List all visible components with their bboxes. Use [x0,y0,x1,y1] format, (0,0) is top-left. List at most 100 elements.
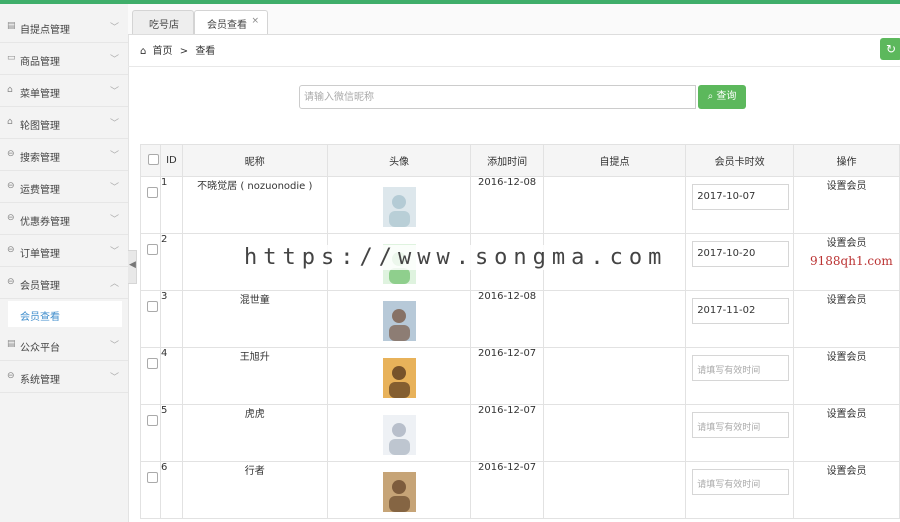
box-icon: ▭ [7,53,16,63]
sidebar-item-carousel[interactable]: ⌂ 轮图管理 ﹀ [0,108,128,139]
set-member-link[interactable]: 设置会员 [793,461,900,519]
sidebar-item-coupons[interactable]: ⊖ 优惠券管理 ﹀ [0,204,128,235]
document-icon: ▤ [7,339,16,349]
table-row: 6 行者 2016-12-07 请填写有效时间 设置会员 [140,461,900,519]
refresh-icon: ↻ [885,42,897,56]
sidebar-item-label: 订单管理 [20,249,60,260]
sidebar-item-label: 会员管理 [20,281,60,292]
card-validity-input[interactable]: 请填写有效时间 [692,469,790,495]
cell-card-validity: 请填写有效时间 [685,404,795,462]
row-checkbox[interactable] [147,301,158,312]
search-button[interactable]: ⌕ 查询 [698,85,746,109]
cell-id: 1 [159,176,183,234]
row-checkbox-cell [140,347,161,405]
sidebar-item-label: 运费管理 [20,185,60,196]
set-member-link[interactable]: 设置会员 [793,347,900,405]
row-checkbox-cell [140,176,161,234]
sidebar-item-label: 搜索管理 [20,153,60,164]
search-button-label: 查询 [716,91,737,102]
cell-date: 2016-12-08 [470,290,544,348]
cell-nickname: 王旭升 [181,347,328,405]
sidebar-item-menu[interactable]: ⌂ 菜单管理 ﹀ [0,76,128,107]
header-action: 操作 [793,144,900,177]
row-checkbox[interactable] [147,358,158,369]
sidebar-item-label: 商品管理 [20,57,60,68]
sidebar-subitem-label: 会员查看 [20,312,60,323]
tab-store[interactable]: 吃号店 [132,10,194,34]
chevron-down-icon: ﹀ [109,341,119,351]
cell-nickname: 虎虎 [181,404,328,462]
sidebar-item-system[interactable]: ⊖ 系统管理 ﹀ [0,362,128,393]
set-member-link[interactable]: 设置会员 [793,404,900,462]
avatar-image [382,472,416,512]
avatar-image [382,358,416,398]
table-header-row: ID 昵称 头像 添加时间 自提点 会员卡时效 操作 [140,144,900,177]
table-row: 1 不晓觉居 ( nozuonodie ) 2016-12-08 2017-10-07… [140,176,900,234]
row-checkbox-cell [140,233,161,291]
set-member-link[interactable]: 设置会员 [793,176,900,234]
breadcrumb-home[interactable]: 首页 [153,46,173,57]
chevron-down-icon: ﹀ [109,247,119,257]
set-member-link[interactable]: 设置会员 [793,290,900,348]
header-pickup: 自提点 [542,144,687,177]
sidebar-item-label: 自提点管理 [20,25,70,36]
card-validity-input[interactable]: 2017-10-07 [692,184,790,210]
sidebar-item-label: 优惠券管理 [20,217,70,228]
row-checkbox[interactable] [147,472,158,483]
cell-avatar [326,290,472,348]
refresh-button[interactable]: ↻ [880,38,900,60]
row-checkbox-cell [140,404,161,462]
close-icon[interactable]: × [251,16,259,26]
sidebar-item-public-platform[interactable]: ▤ 公众平台 ﹀ [0,330,128,361]
table-row: 3 混世童 2016-12-08 2017-11-02 设置会员 [140,290,900,348]
cell-card-validity: 2017-10-07 [685,176,795,234]
cell-card-validity: 请填写有效时间 [685,347,795,405]
sidebar-collapse-handle[interactable]: ◀ [128,250,137,284]
sidebar-item-products[interactable]: ▭ 商品管理 ﹀ [0,44,128,75]
cell-card-validity: 2017-11-02 [685,290,795,348]
card-validity-input[interactable]: 2017-10-20 [692,241,790,267]
breadcrumb-separator: > [179,46,189,57]
cell-date: 2016-12-07 [470,404,544,462]
watermark-text: https://www.songma.com [240,245,672,270]
cell-nickname: 混世童 [181,290,328,348]
row-checkbox-cell [140,290,161,348]
cell-id: 5 [159,404,183,462]
sidebar-item-label: 菜单管理 [20,89,60,100]
divider [128,66,900,67]
sidebar-item-members[interactable]: ⊖ 会员管理 ︿ [0,268,128,299]
sidebar-item-search[interactable]: ⊖ 搜索管理 ﹀ [0,140,128,171]
avatar-image [382,415,416,455]
circle-icon: ⊖ [7,181,15,191]
lock-icon: ⌂ [7,85,13,95]
chevron-down-icon: ﹀ [109,215,119,225]
chevron-up-icon: ︿ [109,279,119,289]
breadcrumb: ⌂ 首页 > 查看 [140,42,215,57]
chevron-down-icon: ﹀ [109,183,119,193]
row-checkbox[interactable] [147,415,158,426]
sidebar-item-pickup[interactable]: ▤ 自提点管理 ﹀ [0,12,128,43]
header-card-validity: 会员卡时效 [685,144,795,177]
sidebar-subitem-member-view[interactable]: 会员查看 [8,301,122,327]
search-input[interactable] [299,85,696,109]
sidebar-item-orders[interactable]: ⊖ 订单管理 ﹀ [0,236,128,267]
row-checkbox[interactable] [147,244,158,255]
select-all-checkbox[interactable] [147,153,159,165]
row-checkbox-cell [140,461,161,519]
table-row: 4 王旭升 2016-12-07 请填写有效时间 设置会员 [140,347,900,405]
circle-icon: ⊖ [7,213,15,223]
card-validity-input[interactable]: 请填写有效时间 [692,355,790,381]
cell-avatar [326,176,472,234]
cell-pickup [542,290,687,348]
card-validity-input[interactable]: 请填写有效时间 [692,412,790,438]
search-icon: ⌕ [707,91,714,102]
header-avatar: 头像 [326,144,472,177]
tab-member-view[interactable]: 会员查看 × [194,10,268,34]
card-validity-input[interactable]: 2017-11-02 [692,298,790,324]
sidebar: ▤ 自提点管理 ﹀ ▭ 商品管理 ﹀ ⌂ 菜单管理 ﹀ ⌂ 轮图管理 ﹀ ⊖ 搜… [0,4,129,522]
cell-date: 2016-12-08 [470,176,544,234]
sidebar-item-shipping[interactable]: ⊖ 运费管理 ﹀ [0,172,128,203]
row-checkbox[interactable] [147,187,158,198]
header-checkbox-cell [140,144,161,177]
chevron-down-icon: ﹀ [109,87,119,97]
